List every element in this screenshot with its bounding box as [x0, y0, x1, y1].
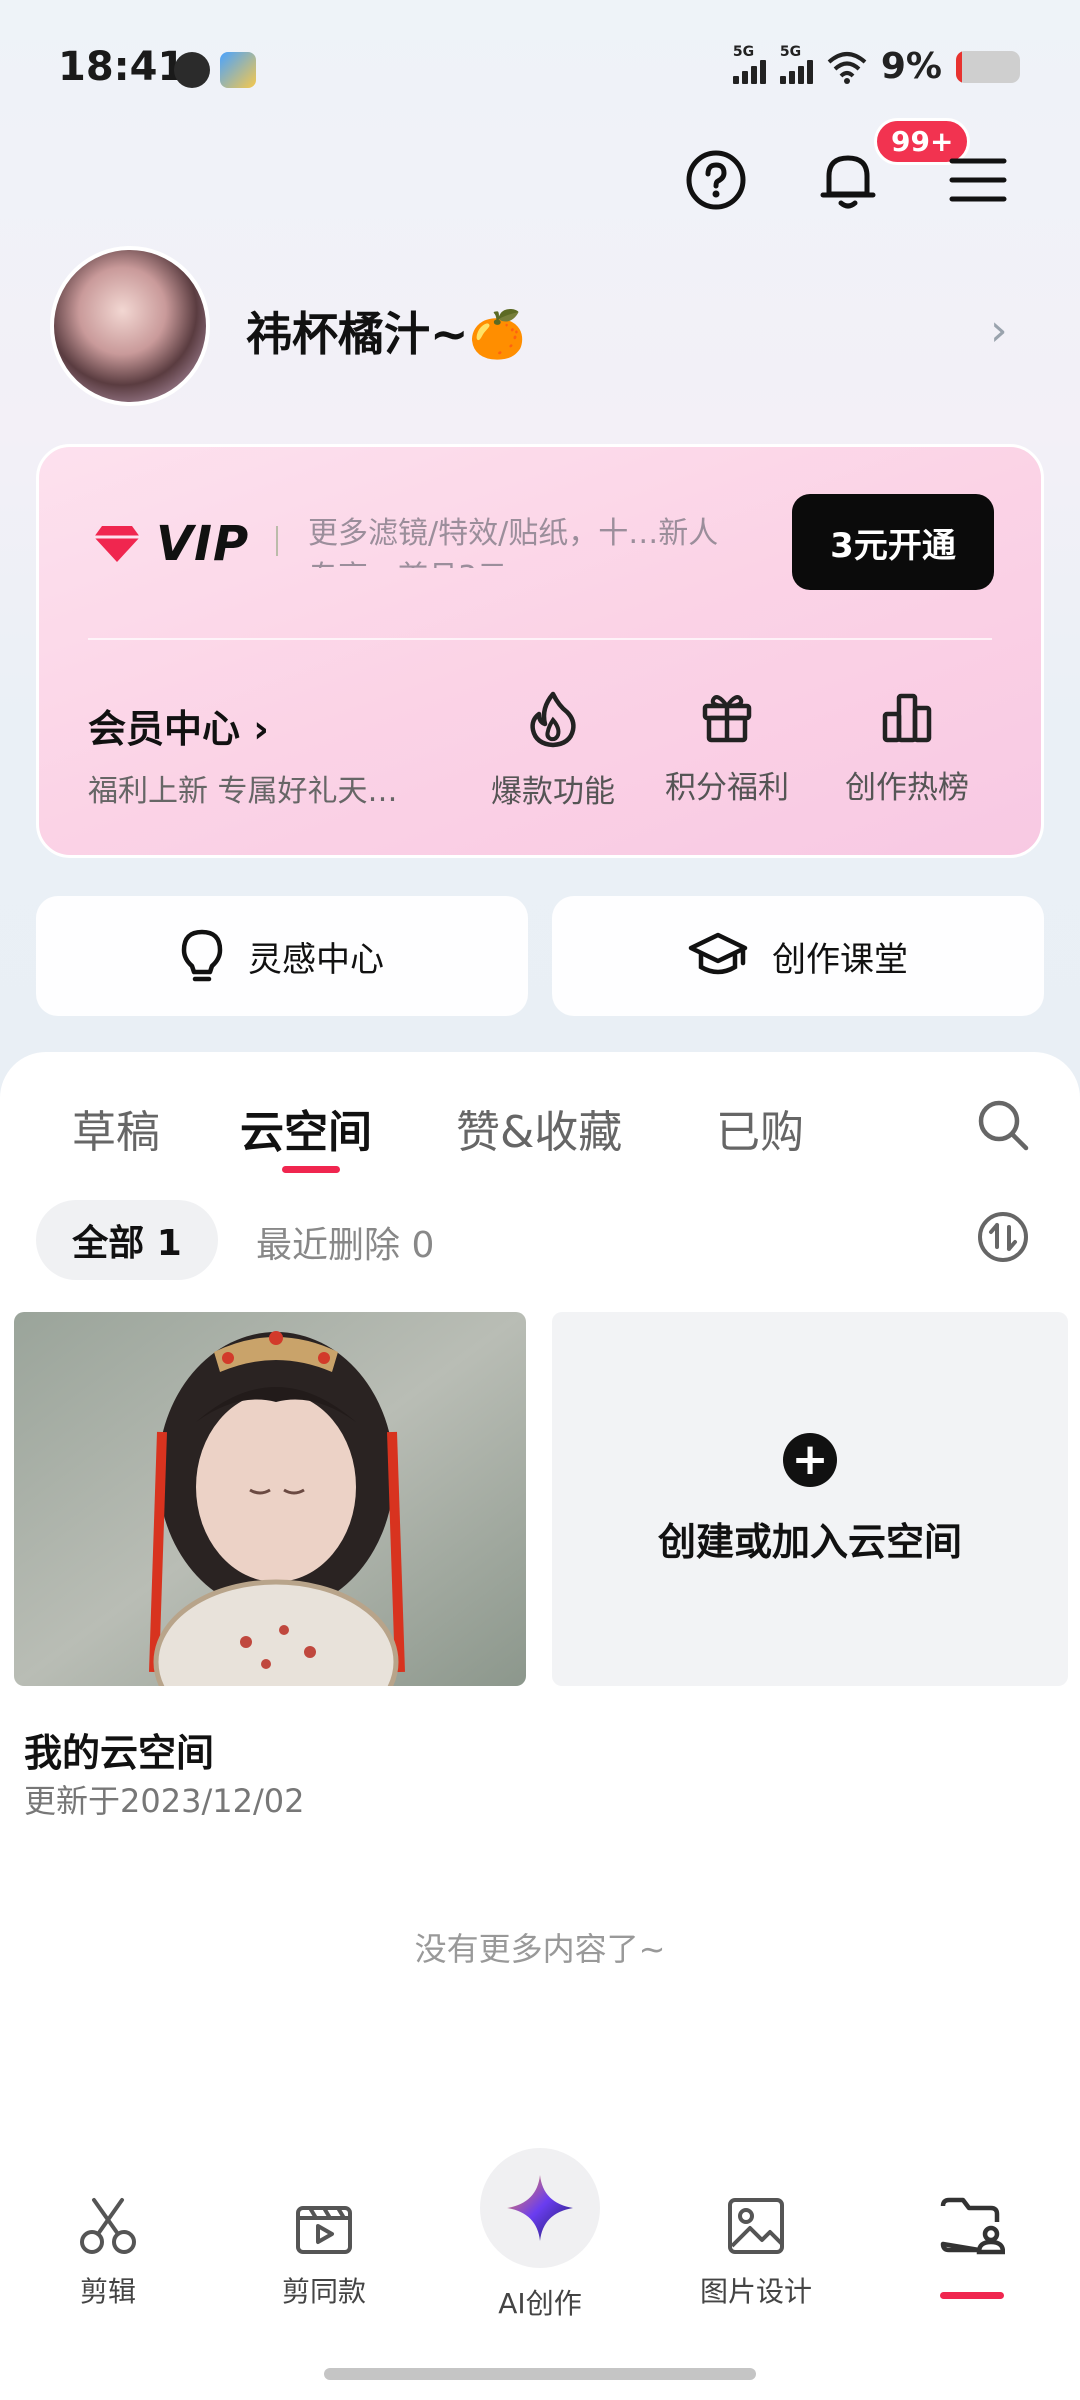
quick-link-label: 创作课堂	[772, 939, 908, 980]
tab-likes-favorites[interactable]: 赞&收藏	[456, 1096, 622, 1160]
battery-percent: 9%	[880, 46, 942, 87]
end-of-list-text: 没有更多内容了~	[414, 1930, 666, 1968]
create-join-cloud-space-card[interactable]: + 创建或加入云空间	[552, 1312, 1068, 1686]
nav-image-design[interactable]: 图片设计	[666, 2196, 846, 2310]
signal-icon-2: 5G	[779, 44, 813, 84]
search-icon[interactable]	[976, 1098, 1030, 1156]
wifi-icon	[827, 51, 867, 84]
lightbulb-icon	[181, 929, 223, 982]
vip-subscribe-button[interactable]: 3元开通	[792, 494, 994, 590]
status-time: 18:41	[58, 44, 186, 90]
quick-link-label: 灵感中心	[248, 939, 384, 980]
diamond-icon	[94, 526, 140, 562]
bell-icon[interactable]	[816, 148, 880, 212]
inspiration-center-button[interactable]: 灵感中心	[36, 896, 528, 1016]
menu-icon[interactable]	[946, 148, 1010, 212]
nav-templates[interactable]: 剪同款	[234, 2196, 414, 2310]
member-center-subtitle: 福利上新 专属好礼天…	[88, 774, 398, 809]
tab-purchased[interactable]: 已购	[716, 1096, 804, 1160]
profile-nickname[interactable]: 祎杯橘汁~🍊	[246, 298, 526, 364]
filter-recently-deleted[interactable]: 最近删除 0	[256, 1216, 434, 1268]
nav-label: 剪同款	[281, 2275, 366, 2308]
app-notification-icon	[220, 52, 256, 88]
nav-profile-files[interactable]	[882, 2196, 1062, 2270]
vip-feature-label: 创作热榜	[845, 770, 969, 806]
battery-icon	[956, 50, 1020, 83]
tab-drafts[interactable]: 草稿	[72, 1096, 160, 1160]
chevron-right-icon[interactable]: ›	[990, 305, 1008, 356]
nav-label: 剪辑	[79, 2275, 136, 2308]
status-indicators: 5G 5G 9%	[732, 44, 1020, 87]
ai-sparkle-icon	[480, 2148, 600, 2268]
vip-feature-hot[interactable]: 爆款功能	[478, 690, 628, 811]
cloud-space-updated: 更新于2023/12/02	[24, 1782, 305, 1820]
vip-feature-label: 积分福利	[665, 770, 789, 806]
graduation-cap-icon	[688, 932, 748, 975]
create-join-label: 创建或加入云空间	[657, 1519, 962, 1564]
nav-label: 图片设计	[699, 2275, 812, 2308]
home-indicator[interactable]	[324, 2368, 756, 2380]
nav-ai-create[interactable]: AI创作	[450, 2148, 630, 2322]
vip-label: VIP	[156, 516, 250, 572]
sort-icon[interactable]	[976, 1210, 1030, 1268]
nav-edit[interactable]: 剪辑	[18, 2196, 198, 2310]
cloud-space-cover[interactable]	[14, 1312, 526, 1686]
filter-all[interactable]: 全部 1	[36, 1200, 218, 1280]
nav-label: AI创作	[498, 2287, 582, 2320]
vip-divider-line	[276, 526, 278, 556]
plus-icon: +	[783, 1432, 837, 1487]
active-nav-indicator	[940, 2292, 1004, 2299]
clapperboard-icon	[296, 2206, 352, 2254]
image-icon	[728, 2198, 784, 2254]
tab-cloud-space[interactable]: 云空间	[240, 1096, 372, 1160]
vip-card-divider	[88, 638, 992, 640]
flame-icon	[530, 691, 576, 748]
member-center-link[interactable]: 会员中心 ›	[88, 698, 269, 753]
help-icon[interactable]	[684, 148, 748, 212]
active-tab-indicator	[282, 1166, 340, 1173]
vip-description: 更多滤镜/特效/贴纸，十…新人专享，首月3元	[308, 516, 719, 568]
creation-class-button[interactable]: 创作课堂	[552, 896, 1044, 1016]
vip-feature-points[interactable]: 积分福利	[652, 690, 802, 807]
gift-icon	[702, 695, 752, 743]
vip-logo: VIP	[92, 516, 249, 572]
scissors-icon	[80, 2198, 136, 2254]
vip-feature-ranking[interactable]: 创作热榜	[832, 690, 982, 807]
cloud-space-title[interactable]: 我的云空间	[24, 1722, 214, 1777]
vip-feature-label: 爆款功能	[491, 774, 615, 810]
wechat-icon	[174, 52, 210, 88]
avatar[interactable]	[50, 246, 210, 406]
signal-icon: 5G	[732, 44, 766, 84]
bar-chart-icon	[882, 693, 932, 743]
folder-user-icon	[940, 2197, 1005, 2255]
